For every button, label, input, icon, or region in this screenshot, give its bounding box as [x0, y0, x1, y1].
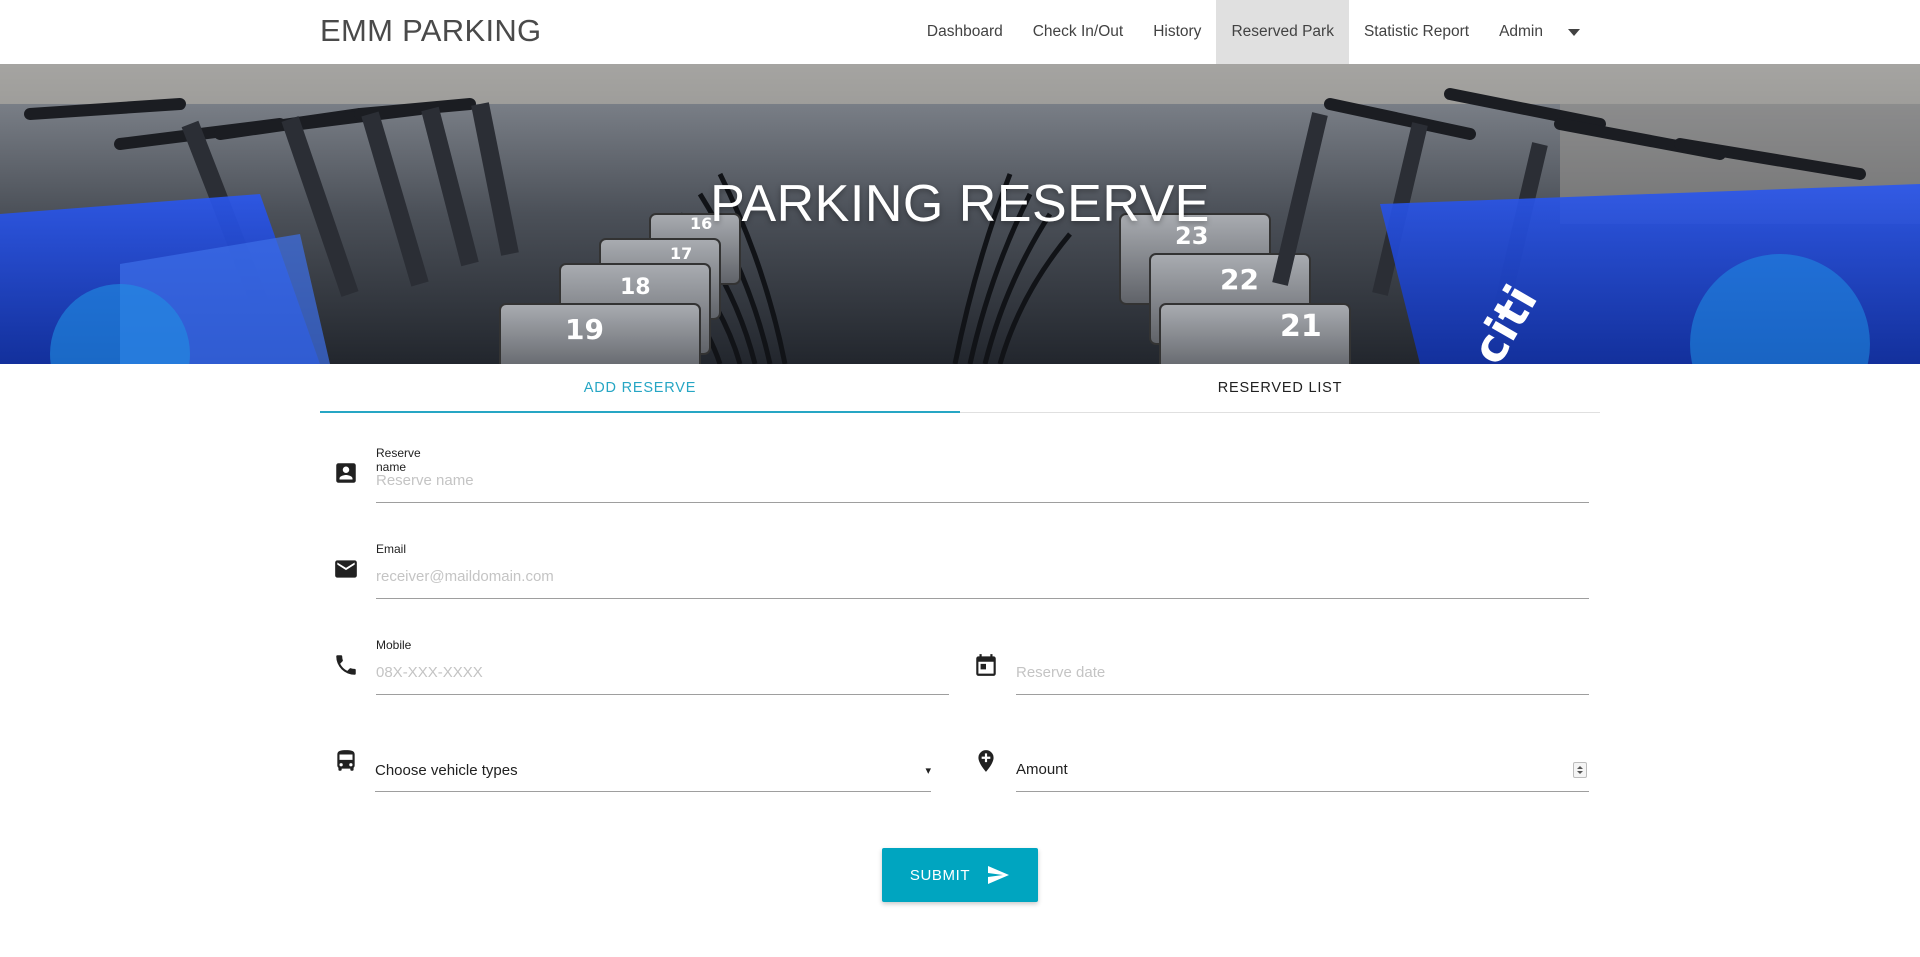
form-tabs: ADD RESERVE RESERVED LIST	[320, 364, 1600, 413]
tab-add-reserve[interactable]: ADD RESERVE	[320, 364, 960, 413]
hero-banner: 16 17 18 19 23 22 21 citi PARKING RESERV…	[0, 64, 1920, 364]
nav-admin[interactable]: Admin	[1484, 0, 1558, 64]
amount-input[interactable]	[1016, 755, 1589, 792]
calendar-icon	[973, 652, 999, 678]
mobile-label: Mobile	[376, 638, 412, 652]
chevron-down-icon: ▾	[925, 765, 931, 777]
caret-down-icon[interactable]	[1558, 0, 1600, 64]
vehicle-type-select[interactable]: Choose vehicle types ▾	[375, 750, 931, 792]
mobile-input[interactable]	[376, 659, 949, 695]
amount-stepper[interactable]	[1573, 762, 1587, 778]
nav-history[interactable]: History	[1138, 0, 1216, 64]
mail-icon	[333, 556, 359, 582]
nav-statistic-report[interactable]: Statistic Report	[1349, 0, 1484, 64]
add-location-icon	[973, 748, 999, 774]
svg-text:22: 22	[1220, 263, 1259, 296]
brand-logo[interactable]: EMM PARKING	[320, 13, 541, 49]
hero-title: PARKING RESERVE	[710, 175, 1210, 233]
email-label: Email	[376, 542, 407, 556]
nav-reserved-park[interactable]: Reserved Park	[1216, 0, 1349, 64]
email-input[interactable]	[376, 563, 1589, 599]
contact-card-icon	[333, 460, 359, 486]
submit-label: SUBMIT	[909, 866, 971, 884]
submit-button[interactable]: SUBMIT	[882, 848, 1038, 902]
tab-reserved-list[interactable]: RESERVED LIST	[960, 364, 1600, 412]
phone-icon	[333, 652, 359, 678]
send-icon	[988, 866, 1010, 884]
svg-text:18: 18	[620, 275, 651, 300]
svg-text:17: 17	[670, 244, 692, 263]
top-navbar: EMM PARKING Dashboard Check In/Out Histo…	[0, 0, 1920, 64]
nav-menu: Dashboard Check In/Out History Reserved …	[912, 0, 1600, 64]
svg-text:21: 21	[1280, 309, 1322, 344]
reserve-date-input[interactable]	[1016, 659, 1589, 695]
reserve-name-input[interactable]	[376, 467, 1589, 503]
svg-text:19: 19	[565, 313, 604, 346]
bus-icon	[333, 748, 359, 774]
nav-check-in-out[interactable]: Check In/Out	[1018, 0, 1138, 64]
nav-dashboard[interactable]: Dashboard	[912, 0, 1018, 64]
vehicle-type-selected: Choose vehicle types	[375, 762, 518, 779]
